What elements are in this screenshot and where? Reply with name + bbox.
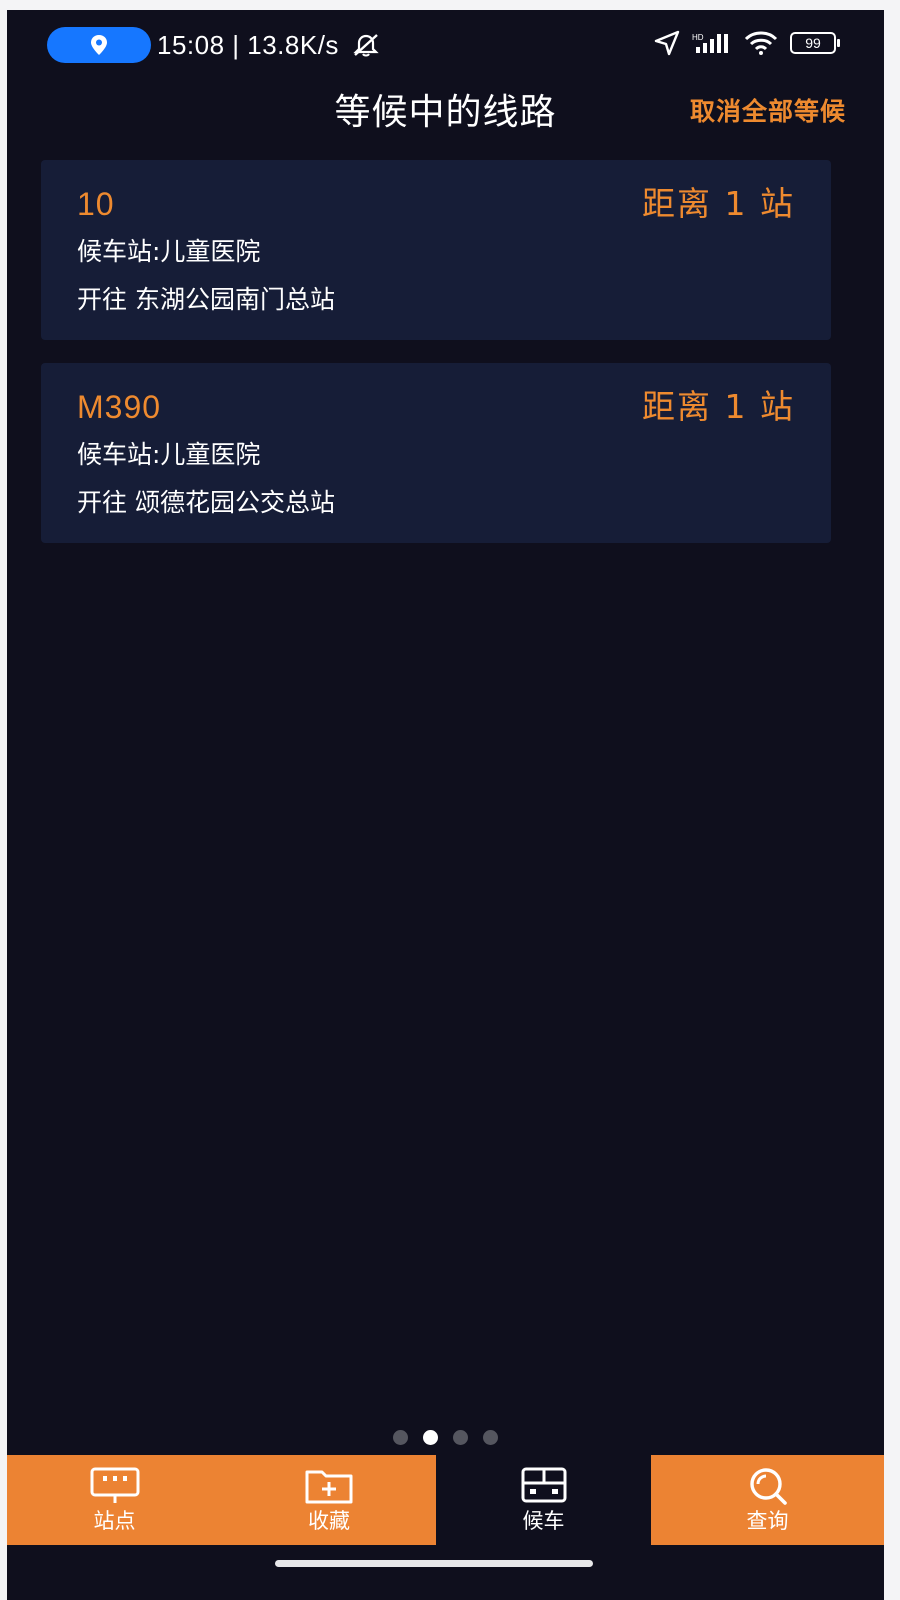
nav-tab-favorites[interactable]: 收藏 (222, 1455, 436, 1545)
signal-icon: HD (692, 33, 728, 53)
page-indicator (7, 1430, 884, 1445)
battery-level: 99 (805, 35, 821, 51)
nav-label: 候车 (522, 1509, 565, 1533)
status-bar: 15:08 | 13.8K/s HD 99 (7, 10, 884, 78)
status-icons: HD 99 (654, 30, 840, 56)
nav-tab-search[interactable]: 查询 (651, 1455, 884, 1545)
wifi-icon (744, 31, 778, 55)
route-destination: 开往 东湖公园南门总站 (77, 285, 335, 314)
svg-text:HD: HD (692, 33, 704, 42)
nav-label: 查询 (746, 1509, 789, 1533)
stops-away: 距离 1 站 (642, 387, 795, 426)
bus-wait-icon (521, 1467, 566, 1503)
waiting-stop: 候车站:儿童医院 (77, 440, 261, 469)
route-card-10[interactable]: 10 距离 1 站 候车站:儿童医院 开往 东湖公园南门总站 (41, 160, 831, 340)
page-dot[interactable] (453, 1430, 468, 1445)
route-destination: 开往 颂德花园公交总站 (77, 488, 335, 517)
page-dot[interactable] (483, 1430, 498, 1445)
nav-tab-waiting[interactable]: 候车 (436, 1455, 651, 1545)
location-pill[interactable] (47, 27, 151, 63)
bottom-nav: 站点 收藏 候车 查询 (7, 1455, 884, 1545)
stops-away: 距离 1 站 (642, 184, 795, 223)
mute-icon (353, 34, 379, 57)
time-speed-text: 15:08 | 13.8K/s (157, 30, 339, 60)
cancel-all-waiting-button[interactable]: 取消全部等候 (690, 90, 846, 134)
page-dot[interactable] (393, 1430, 408, 1445)
time-and-speed: 15:08 | 13.8K/s (157, 29, 381, 61)
battery-icon: 99 (790, 32, 840, 54)
nav-label: 站点 (93, 1509, 136, 1533)
app-screen: 15:08 | 13.8K/s HD 99 等候中的线路 取消全部等候 10 距… (7, 10, 884, 1600)
home-indicator[interactable] (275, 1560, 593, 1567)
route-card-m390[interactable]: M390 距离 1 站 候车站:儿童医院 开往 颂德花园公交总站 (41, 363, 831, 543)
route-number: 10 (77, 186, 115, 222)
location-pin-icon (91, 35, 107, 55)
navigation-arrow-icon (654, 30, 680, 56)
station-icon (90, 1467, 139, 1503)
nav-tab-stations[interactable]: 站点 (7, 1455, 222, 1545)
route-number: M390 (77, 389, 162, 425)
favorites-folder-icon (305, 1470, 353, 1504)
search-icon (749, 1468, 787, 1505)
waiting-stop: 候车站:儿童医院 (77, 237, 261, 266)
nav-label: 收藏 (308, 1509, 350, 1533)
page-dot-active[interactable] (423, 1430, 438, 1445)
